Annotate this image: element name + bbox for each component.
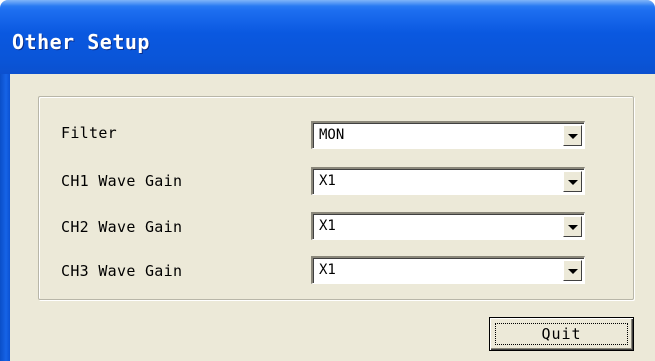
filter-select[interactable]: MON [311, 121, 585, 149]
filter-label: Filter [61, 124, 117, 142]
filter-dropdown-button[interactable] [563, 125, 582, 146]
ch1-wave-gain-select[interactable]: X1 [311, 167, 585, 195]
title-bar-highlight [0, 0, 655, 6]
ch1-wave-gain-label: CH1 Wave Gain [61, 172, 183, 190]
ch3-wave-gain-select[interactable]: X1 [311, 256, 585, 284]
window-title: Other Setup [12, 30, 150, 54]
ch2-wave-gain-value: X1 [319, 218, 336, 234]
quit-button-label: Quit [541, 325, 582, 343]
ch1-wave-gain-value: X1 [319, 173, 336, 189]
filter-select-value: MON [319, 127, 345, 143]
chevron-down-icon [568, 225, 578, 230]
ch2-wave-gain-label: CH2 Wave Gain [61, 218, 183, 236]
quit-button[interactable]: Quit [489, 317, 634, 351]
ch3-wave-gain-value: X1 [319, 262, 336, 278]
ch2-wave-gain-select[interactable]: X1 [311, 212, 585, 240]
ch2-dropdown-button[interactable] [563, 216, 582, 237]
chevron-down-icon [568, 134, 578, 139]
ch3-wave-gain-label: CH3 Wave Gain [61, 262, 183, 280]
chevron-down-icon [568, 269, 578, 274]
window-frame-left [0, 74, 10, 361]
title-bar[interactable]: Other Setup [0, 0, 655, 74]
other-setup-dialog: Other Setup Filter MON CH1 Wave Gain X1 … [0, 0, 655, 361]
ch1-dropdown-button[interactable] [563, 171, 582, 192]
chevron-down-icon [568, 180, 578, 185]
ch3-dropdown-button[interactable] [563, 260, 582, 281]
